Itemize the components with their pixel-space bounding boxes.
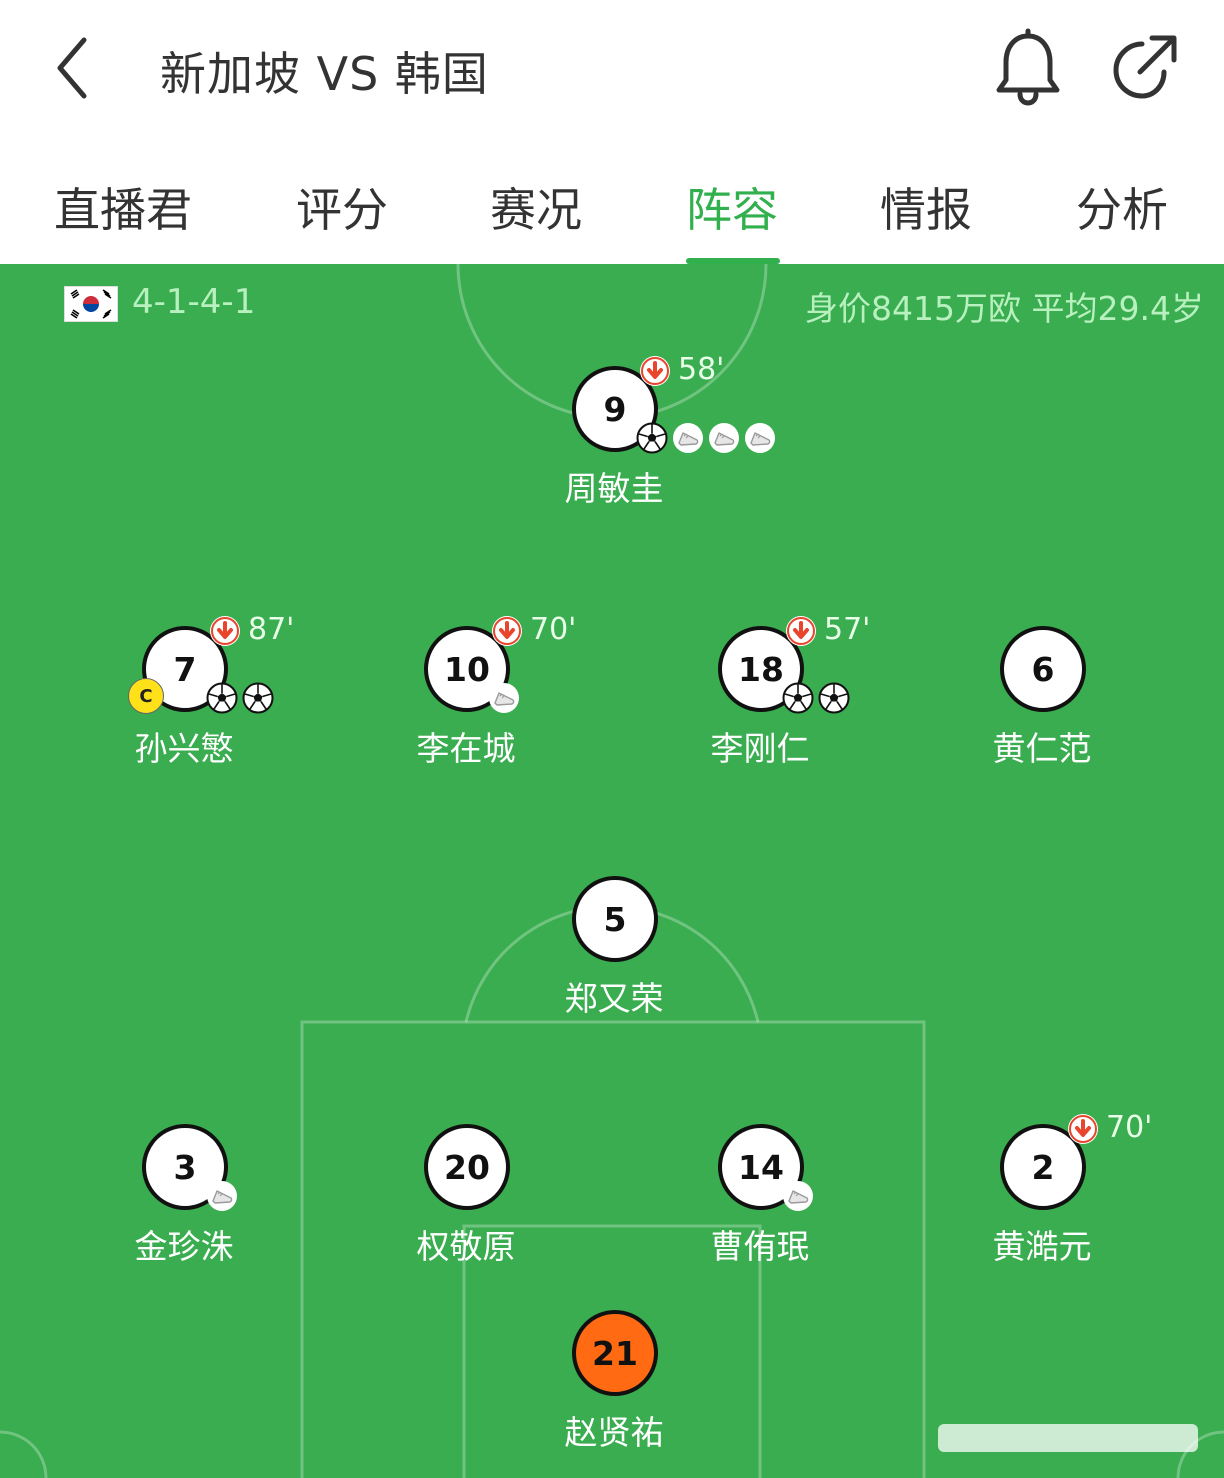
goal-ball-icon [818,682,850,714]
match-events [636,422,780,456]
match-events [782,1180,818,1214]
assist-boot-icon [708,422,740,454]
player-name: 权敬原 [416,1227,516,1266]
substitution-out-icon [786,616,816,646]
goal-ball-icon [782,682,814,714]
substitution-minute: 57' [824,612,871,647]
player-shirt-number[interactable]: 21 [572,1310,658,1396]
player-name: 金珍洙 [134,1227,234,1266]
chevron-left-icon [57,37,87,99]
player-name: 赵贤祐 [564,1413,664,1452]
substitution-minute: 70' [530,612,577,647]
formation-label: 4-1-4-1 [132,282,256,322]
player-name: 李在城 [416,729,516,768]
tab-lineup[interactable]: 阵容 [686,174,778,240]
tab-match-status[interactable]: 赛况 [490,174,582,240]
assist-boot-icon [488,682,520,714]
tab-rating[interactable]: 评分 [296,174,388,240]
match-events [782,682,854,716]
notification-button[interactable] [990,28,1066,108]
player-shirt-number[interactable]: 6 [1000,626,1086,712]
team-value-age: 身价8415万欧 平均29.4岁 [805,289,1204,328]
top-bar: 新加坡 VS 韩国 [0,0,1224,140]
back-button[interactable] [40,30,110,106]
player-name: 周敏圭 [564,469,664,508]
substitution-minute: 70' [1106,1110,1153,1145]
substitution-minute: 58' [678,352,725,387]
substitution-out-icon [210,616,240,646]
goal-ball-icon [242,682,274,714]
player-name: 黄澔元 [992,1227,1092,1266]
lineup-pitch: 4-1-4-1 身价8415万欧 平均29.4岁 9 周敏圭 58' 7 孙兴慜 87'… [0,264,1224,1478]
substitution-minute: 87' [248,612,295,647]
tab-intel[interactable]: 情报 [880,174,972,240]
player-name: 黄仁范 [992,729,1092,768]
goal-ball-icon [636,422,668,454]
player-name: 曹侑珉 [710,1227,810,1266]
assist-boot-icon [744,422,776,454]
player-name: 孙兴慜 [134,729,234,768]
captain-badge: C [128,678,164,714]
player-name: 李刚仁 [710,729,810,768]
page-title: 新加坡 VS 韩国 [160,47,489,101]
tab-live[interactable]: 直播君 [54,174,192,240]
bell-icon [996,28,1060,106]
korea-flag-icon [64,286,118,322]
goal-ball-icon [206,682,238,714]
tab-bar: 直播君 评分 赛况 阵容 情报 分析 [0,140,1224,264]
assist-boot-icon [206,1180,238,1212]
substitution-out-icon [492,616,522,646]
scroll-slider[interactable] [938,1424,1198,1452]
substitution-out-icon [1068,1114,1098,1144]
share-icon [1113,35,1177,99]
match-events [488,682,524,716]
assist-boot-icon [782,1180,814,1212]
player-shirt-number[interactable]: 5 [572,876,658,962]
tab-analysis[interactable]: 分析 [1076,174,1168,240]
assist-boot-icon [672,422,704,454]
player-shirt-number[interactable]: 20 [424,1124,510,1210]
match-events [206,682,278,716]
player-name: 郑又荣 [564,979,664,1018]
match-events [206,1180,242,1214]
substitution-out-icon [640,356,670,386]
share-button[interactable] [1104,28,1184,108]
